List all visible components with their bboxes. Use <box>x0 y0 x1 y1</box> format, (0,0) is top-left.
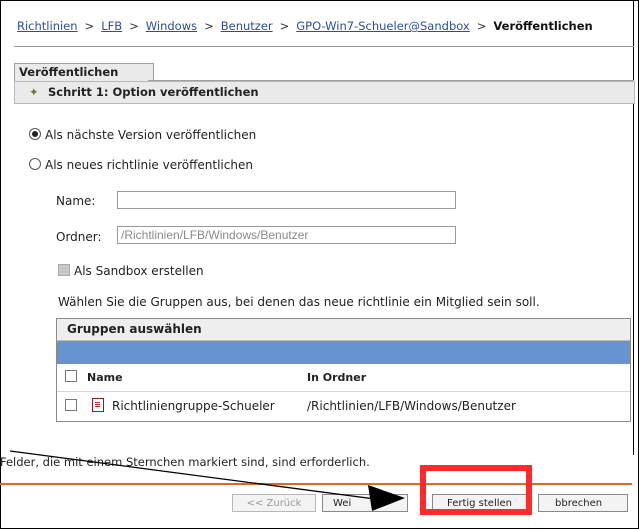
pointer-arrow-icon <box>9 450 405 511</box>
